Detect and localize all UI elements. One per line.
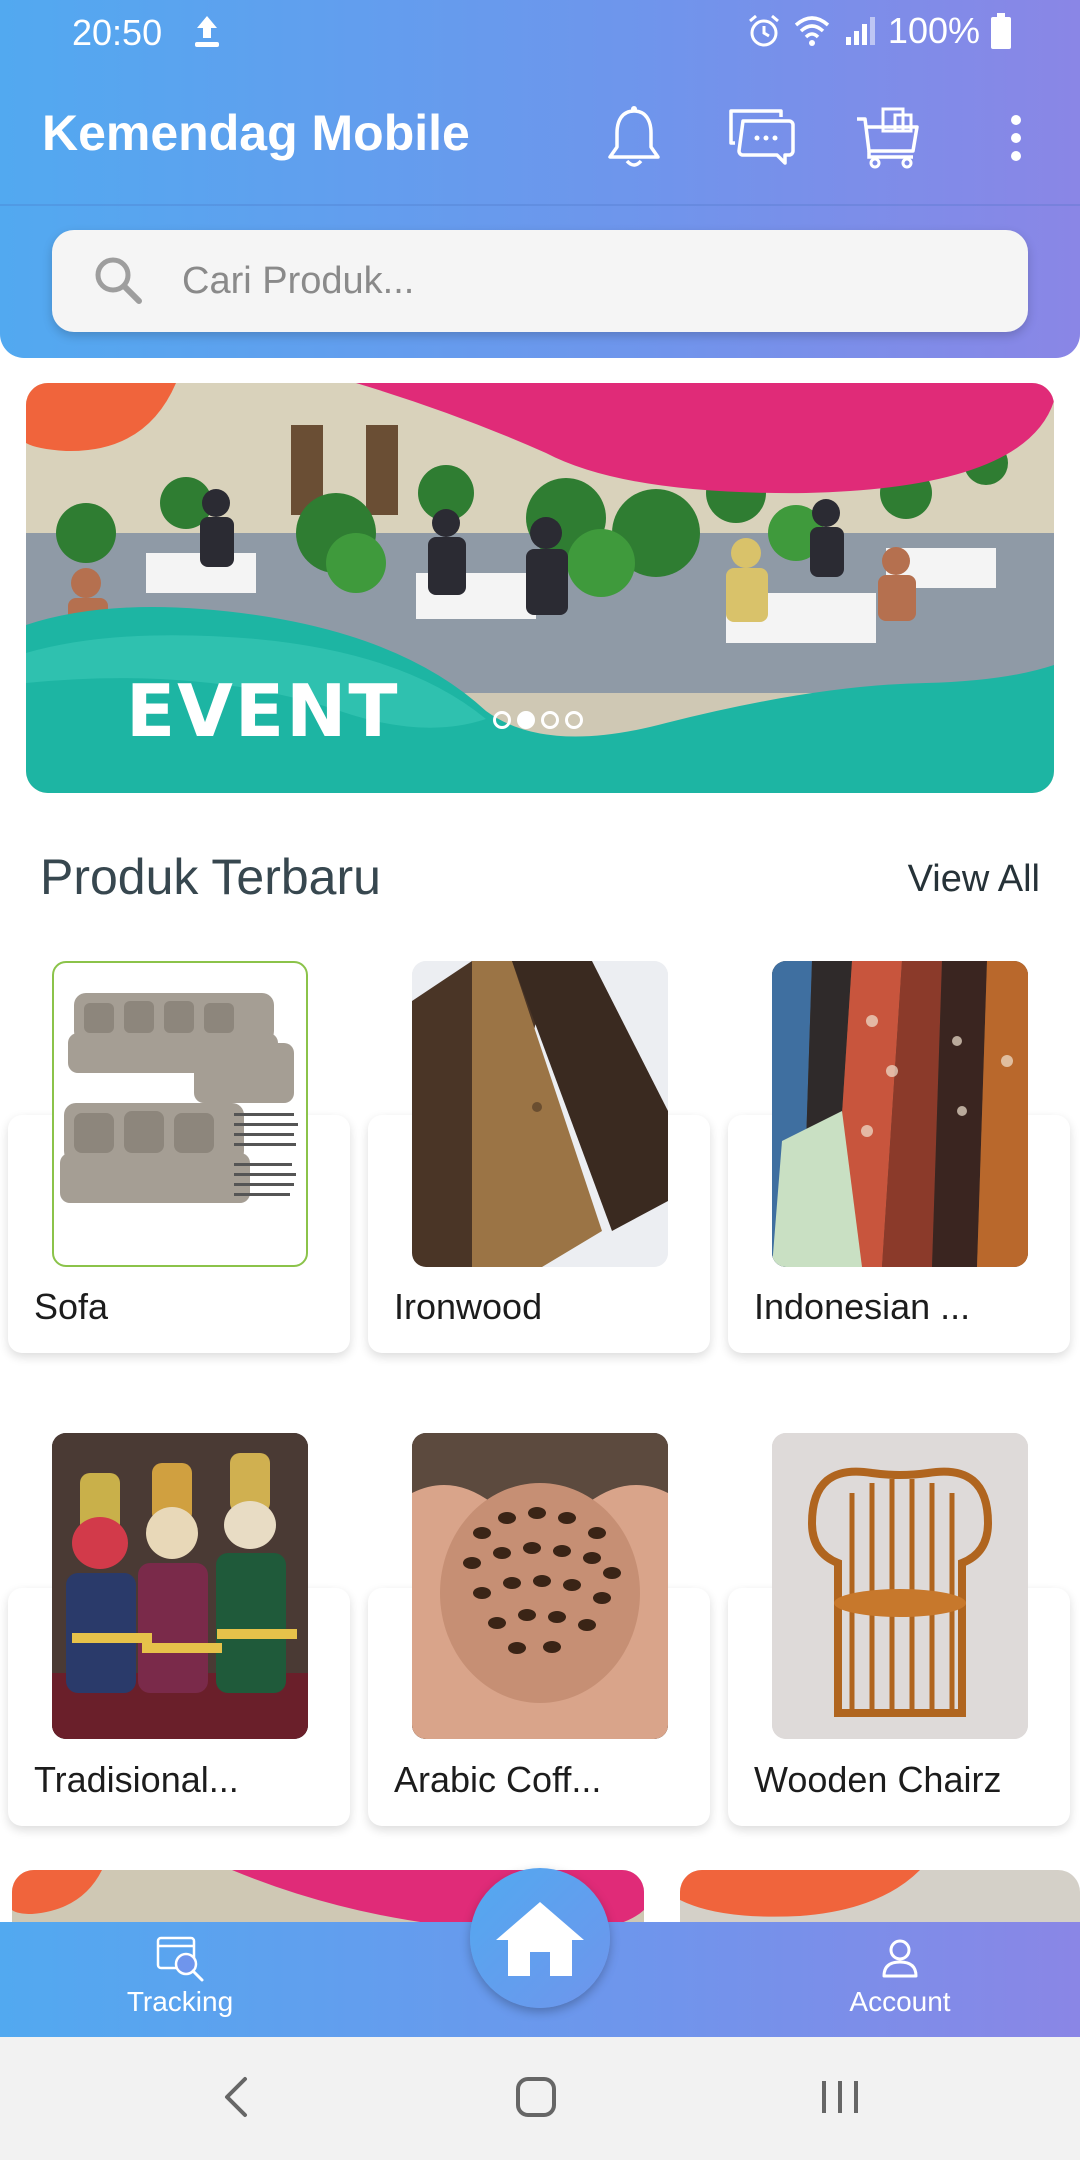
header-divider bbox=[0, 204, 1080, 206]
account-icon bbox=[882, 1939, 918, 1978]
nav-account[interactable]: Account bbox=[780, 1922, 1020, 2037]
banner-pagination[interactable] bbox=[493, 711, 583, 729]
product-name: Arabic Coff... bbox=[394, 1759, 602, 1800]
nav-tracking-label: Tracking bbox=[126, 1986, 234, 2017]
battery-percent: 100% bbox=[887, 10, 980, 51]
event-banner[interactable]: EVENT bbox=[26, 383, 1054, 793]
product-image-batik[interactable] bbox=[772, 961, 1028, 1267]
banner-dot-active[interactable] bbox=[517, 711, 535, 729]
chat-icon bbox=[729, 109, 795, 165]
product-image-chair[interactable] bbox=[772, 1433, 1028, 1739]
search-icon bbox=[95, 257, 142, 304]
product-image-coffee[interactable] bbox=[412, 1433, 668, 1739]
status-time: 20:50 bbox=[72, 12, 163, 53]
bell-icon bbox=[608, 106, 660, 167]
product-name: Ironwood bbox=[394, 1286, 543, 1327]
banner-dot[interactable] bbox=[541, 711, 559, 729]
battery-icon bbox=[991, 13, 1011, 49]
section-title: Produk Terbaru bbox=[40, 849, 381, 905]
product-name: Wooden Chairz bbox=[754, 1759, 1002, 1800]
system-recents-button[interactable] bbox=[800, 2067, 880, 2127]
more-options-button[interactable] bbox=[976, 98, 1056, 178]
status-bar: 20:50 100% bbox=[0, 0, 1080, 64]
notifications-button[interactable] bbox=[594, 98, 674, 178]
home-outline-icon bbox=[516, 2077, 556, 2117]
app-title: Kemendag Mobile bbox=[42, 105, 470, 161]
tracking-icon bbox=[156, 1936, 204, 1982]
app-header: 20:50 100% Kemendag Mobile Cari Produk..… bbox=[0, 0, 1080, 358]
recents-icon bbox=[822, 2081, 858, 2113]
product-name: Tradisional... bbox=[34, 1759, 239, 1800]
signal-icon bbox=[845, 17, 875, 45]
back-icon bbox=[225, 2077, 247, 2117]
search-input[interactable] bbox=[182, 248, 1002, 314]
system-home-button[interactable] bbox=[496, 2067, 576, 2127]
nav-account-label: Account bbox=[849, 1986, 951, 2017]
home-button[interactable] bbox=[470, 1868, 610, 2008]
nav-tracking[interactable]: Tracking bbox=[60, 1922, 300, 2037]
banner-title: EVENT bbox=[126, 669, 400, 753]
home-icon bbox=[496, 1902, 584, 1976]
cart-icon bbox=[857, 107, 919, 169]
product-image-traditional[interactable] bbox=[52, 1433, 308, 1739]
upload-notification-icon bbox=[195, 16, 219, 47]
banner-dot[interactable] bbox=[493, 711, 511, 729]
product-name: Indonesian ... bbox=[754, 1286, 971, 1327]
wifi-icon bbox=[794, 16, 830, 46]
banner-dot[interactable] bbox=[565, 711, 583, 729]
alarm-icon bbox=[748, 14, 779, 47]
product-image-sofa[interactable] bbox=[52, 961, 308, 1267]
view-all-link[interactable]: View All bbox=[908, 858, 1040, 901]
status-icons: 100% bbox=[746, 10, 1012, 52]
more-vert-icon bbox=[1011, 115, 1021, 161]
chat-button[interactable] bbox=[722, 98, 802, 178]
system-navigation-bar bbox=[0, 2037, 1080, 2160]
system-back-button[interactable] bbox=[196, 2067, 276, 2127]
product-image-ironwood[interactable] bbox=[412, 961, 668, 1267]
cart-button[interactable] bbox=[848, 98, 928, 178]
search-bar[interactable] bbox=[52, 230, 1028, 332]
product-name: Sofa bbox=[34, 1286, 109, 1327]
